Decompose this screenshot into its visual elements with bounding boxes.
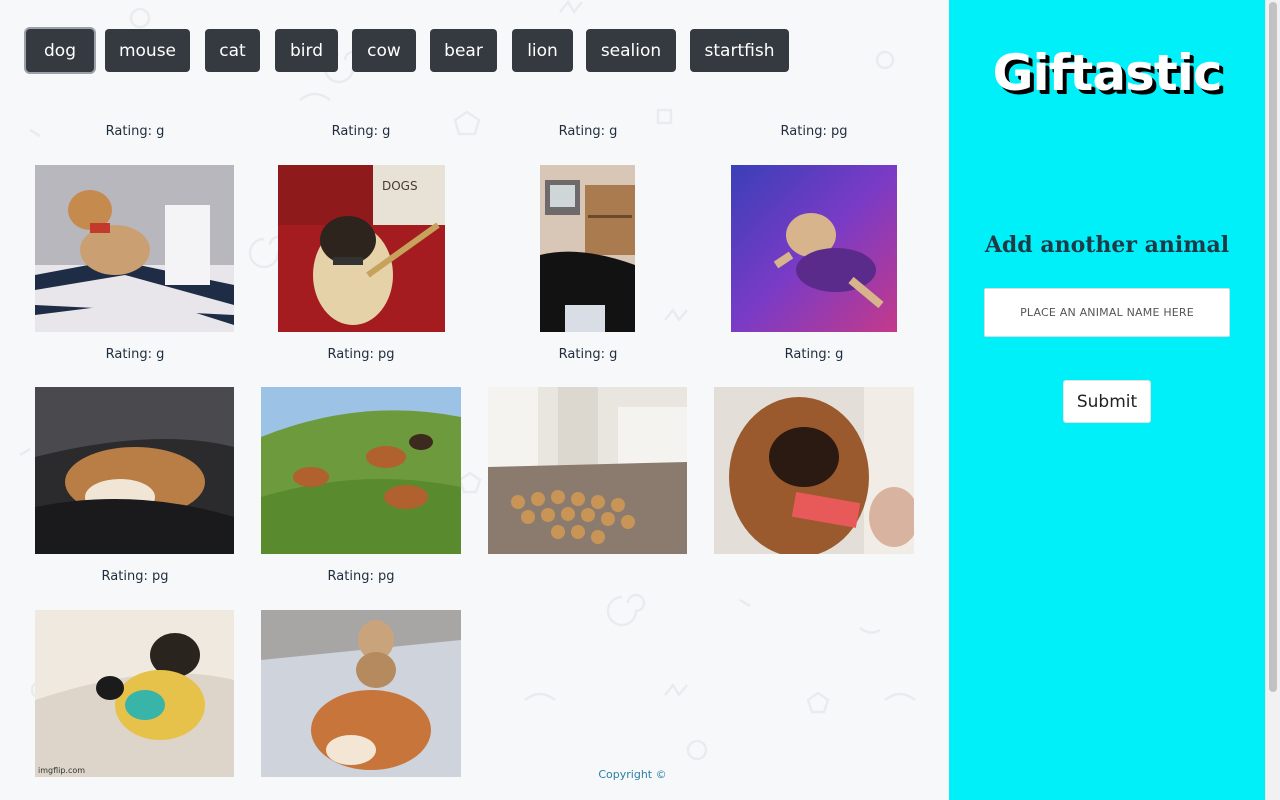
gif-rating: Rating: g (558, 347, 618, 362)
gif-rating: Rating: g (331, 124, 391, 139)
animal-button-cat[interactable]: cat (205, 29, 260, 72)
gif-rating: Rating: pg (780, 124, 848, 139)
svg-text:imgflip.com: imgflip.com (38, 766, 85, 775)
gif-rating: Rating: g (558, 124, 618, 139)
add-animal-heading: Add another animal (984, 232, 1230, 258)
dog-popsicle-icon (714, 387, 914, 554)
animal-name-input[interactable] (984, 288, 1230, 337)
gif-rating: Rating: pg (327, 347, 395, 362)
gif-image-shiba-laptop[interactable] (35, 165, 234, 332)
page-scrollbar[interactable] (1265, 0, 1280, 800)
app-title: Giftastic (992, 44, 1222, 102)
animal-button-mouse[interactable]: mouse (105, 29, 190, 72)
animal-button-bird[interactable]: bird (275, 29, 338, 72)
gif-image-flying-bulldog[interactable] (731, 165, 897, 332)
cat-tv-room-icon (540, 165, 635, 332)
gif-rating: Rating: pg (327, 569, 395, 584)
gif-gallery-area: dog mouse cat bird cow bear lion sealion… (0, 0, 949, 800)
sidebar-panel: Giftastic Add another animal Submit (949, 0, 1265, 800)
gif-rating: Rating: g (784, 347, 844, 362)
copyright-footer: Copyright © (598, 768, 667, 781)
animal-button-startfish[interactable]: startfish (690, 29, 789, 72)
gif-image-cat-tv-room[interactable] (540, 165, 635, 332)
svg-text:DOGS: DOGS (382, 179, 418, 193)
gif-rating: Rating: g (105, 347, 165, 362)
gif-image-pug-backscratcher[interactable]: DOGS (278, 165, 445, 332)
gif-rating: Rating: g (105, 124, 165, 139)
gif-image-dog-popsicle[interactable] (714, 387, 914, 554)
animal-button-dog[interactable]: dog (26, 29, 94, 72)
gif-image-sleeping-dog[interactable] (35, 387, 234, 554)
pug-sweater-icon: imgflip.com (35, 610, 234, 777)
hotdog-dogs-field-icon (261, 387, 461, 554)
animal-button-lion[interactable]: lion (512, 29, 573, 72)
cookies-kitchen-icon (488, 387, 687, 554)
submit-button[interactable]: Submit (1063, 380, 1151, 423)
shiba-with-puppy-icon (261, 610, 461, 777)
animal-button-cow[interactable]: cow (352, 29, 416, 72)
gif-image-shiba-with-puppy[interactable] (261, 610, 461, 777)
animal-button-bear[interactable]: bear (430, 29, 497, 72)
gif-image-cookies-kitchen[interactable] (488, 387, 687, 554)
shiba-laptop-icon (35, 165, 234, 332)
pug-backscratcher-icon: DOGS (278, 165, 445, 332)
flying-bulldog-icon (731, 165, 897, 332)
scrollbar-thumb[interactable] (1269, 2, 1277, 692)
gif-image-hotdog-dogs-field[interactable] (261, 387, 461, 554)
gif-image-pug-sweater[interactable]: imgflip.com (35, 610, 234, 777)
gif-rating: Rating: pg (101, 569, 169, 584)
sleeping-dog-icon (35, 387, 234, 554)
animal-button-sealion[interactable]: sealion (586, 29, 676, 72)
